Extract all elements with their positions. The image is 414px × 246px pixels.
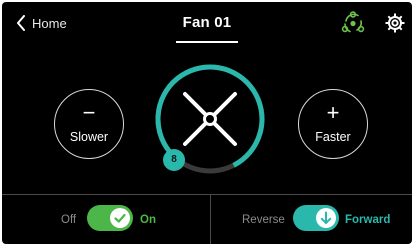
arrow-down-icon (320, 211, 332, 224)
faster-button[interactable]: + Faster (298, 89, 368, 159)
power-on-label: On (140, 214, 156, 226)
forward-label: Forward (345, 214, 391, 226)
direction-toggle[interactable] (293, 205, 339, 231)
power-toggle[interactable] (87, 205, 133, 231)
checkmark-icon (114, 213, 126, 223)
bottom-vertical-divider (210, 195, 211, 244)
power-off-label: Off (61, 214, 77, 226)
speed-level-badge: 8 (163, 149, 185, 171)
toggle-knob (110, 208, 130, 228)
faster-label: Faster (315, 130, 351, 144)
plus-icon: + (326, 100, 340, 125)
toggle-knob (316, 208, 336, 228)
reverse-label: Reverse (242, 214, 285, 226)
bottom-divider (2, 194, 412, 195)
fan-control-screen: Home Fan 01 − Slower 8 + Faster Off On R… (2, 2, 412, 244)
